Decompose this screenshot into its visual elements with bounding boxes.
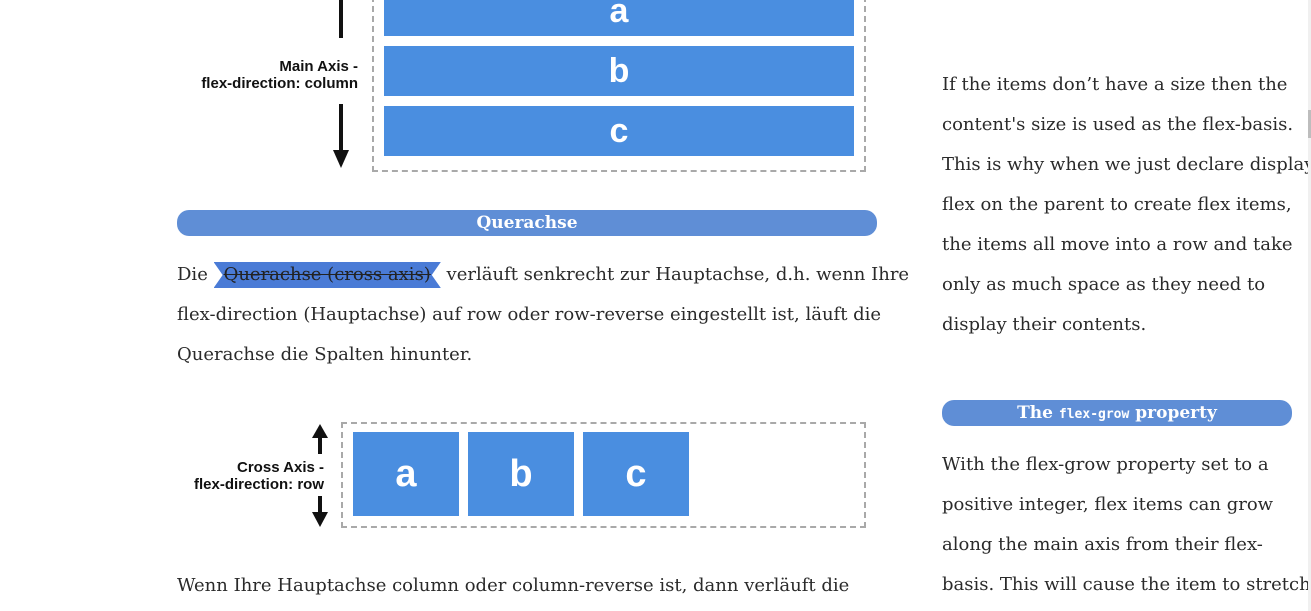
flex-grow-heading-prefix: The	[1017, 403, 1059, 423]
row-item-c: c	[583, 432, 689, 516]
querachse-paragraph-line1: Die Querachse (cross axis) verläuft senk…	[177, 255, 909, 295]
column-item-a: a	[384, 0, 854, 36]
sidebar-para2-line: positive integer, flex items can grow	[942, 494, 1274, 515]
sidebar-para2-line: With the flex-grow property set to a	[942, 454, 1269, 475]
sidebar-para1-line: If the items don’t have a size then the	[942, 74, 1288, 95]
sidebar-para1-line: the items all move into a row and take	[942, 234, 1293, 255]
cross-axis-label-line1: Cross Axis -	[237, 459, 324, 476]
main-axis-label: Main Axis - flex-direction: column	[150, 58, 358, 92]
main-axis-arrow-bottom	[339, 104, 343, 156]
sidebar-para1-line: content's size is used as the flex-basis…	[942, 114, 1294, 135]
column-item-c: c	[384, 106, 854, 156]
flex-grow-heading: The flex-grow property	[942, 400, 1292, 426]
cross-axis-label: Cross Axis - flex-direction: row	[150, 459, 324, 493]
sidebar-para1-line: display their contents.	[942, 314, 1147, 335]
cross-axis-arrowhead-down-icon	[312, 512, 328, 527]
flex-grow-heading-code: flex-grow	[1058, 407, 1130, 422]
sidebar-para2-line: basis. This will cause the item to stret…	[942, 574, 1311, 595]
row-item-a: a	[353, 432, 459, 516]
cross-axis-label-line2: flex-direction: row	[193, 476, 324, 493]
main-axis-arrow-top	[339, 0, 343, 38]
querachse-paragraph-line3: Querachse die Spalten hinunter.	[177, 344, 473, 365]
flex-grow-heading-suffix: property	[1129, 403, 1217, 423]
sidebar-para2-line: along the main axis from their flex-	[942, 534, 1263, 555]
flex-basis-paragraph: If the items don’t have a size then the …	[942, 65, 1311, 345]
column-item-b: b	[384, 46, 854, 96]
querachse-paragraph: Die Querachse (cross axis) verläuft senk…	[177, 255, 909, 375]
querachse-paragraph-line2: flex-direction (Hauptachse) auf row oder…	[177, 304, 882, 325]
querachse-prefix: Die	[177, 264, 214, 285]
flex-grow-paragraph: With the flex-grow property set to a pos…	[942, 445, 1311, 605]
sidebar-para1-line: only as much space as they need to	[942, 274, 1266, 295]
sidebar-para1-line: This is why when we just declare display…	[942, 154, 1311, 175]
querachse-line1-rest: verläuft senkrecht zur Hauptachse, d.h. …	[440, 264, 910, 285]
main-axis-label-line1: Main Axis -	[279, 58, 358, 75]
main-axis-arrowhead-down-icon	[333, 150, 349, 168]
cross-axis-link[interactable]: Querachse (cross axis)	[213, 262, 441, 288]
column-axis-paragraph: Wenn Ihre Hauptachse column oder column-…	[177, 575, 850, 596]
sidebar-para1-line: flex on the parent to create flex items,	[942, 194, 1292, 215]
querachse-heading: Querachse	[177, 210, 877, 236]
cross-axis-arrow-top	[318, 436, 322, 454]
row-item-b: b	[468, 432, 574, 516]
main-axis-label-line2: flex-direction: column	[201, 75, 358, 92]
